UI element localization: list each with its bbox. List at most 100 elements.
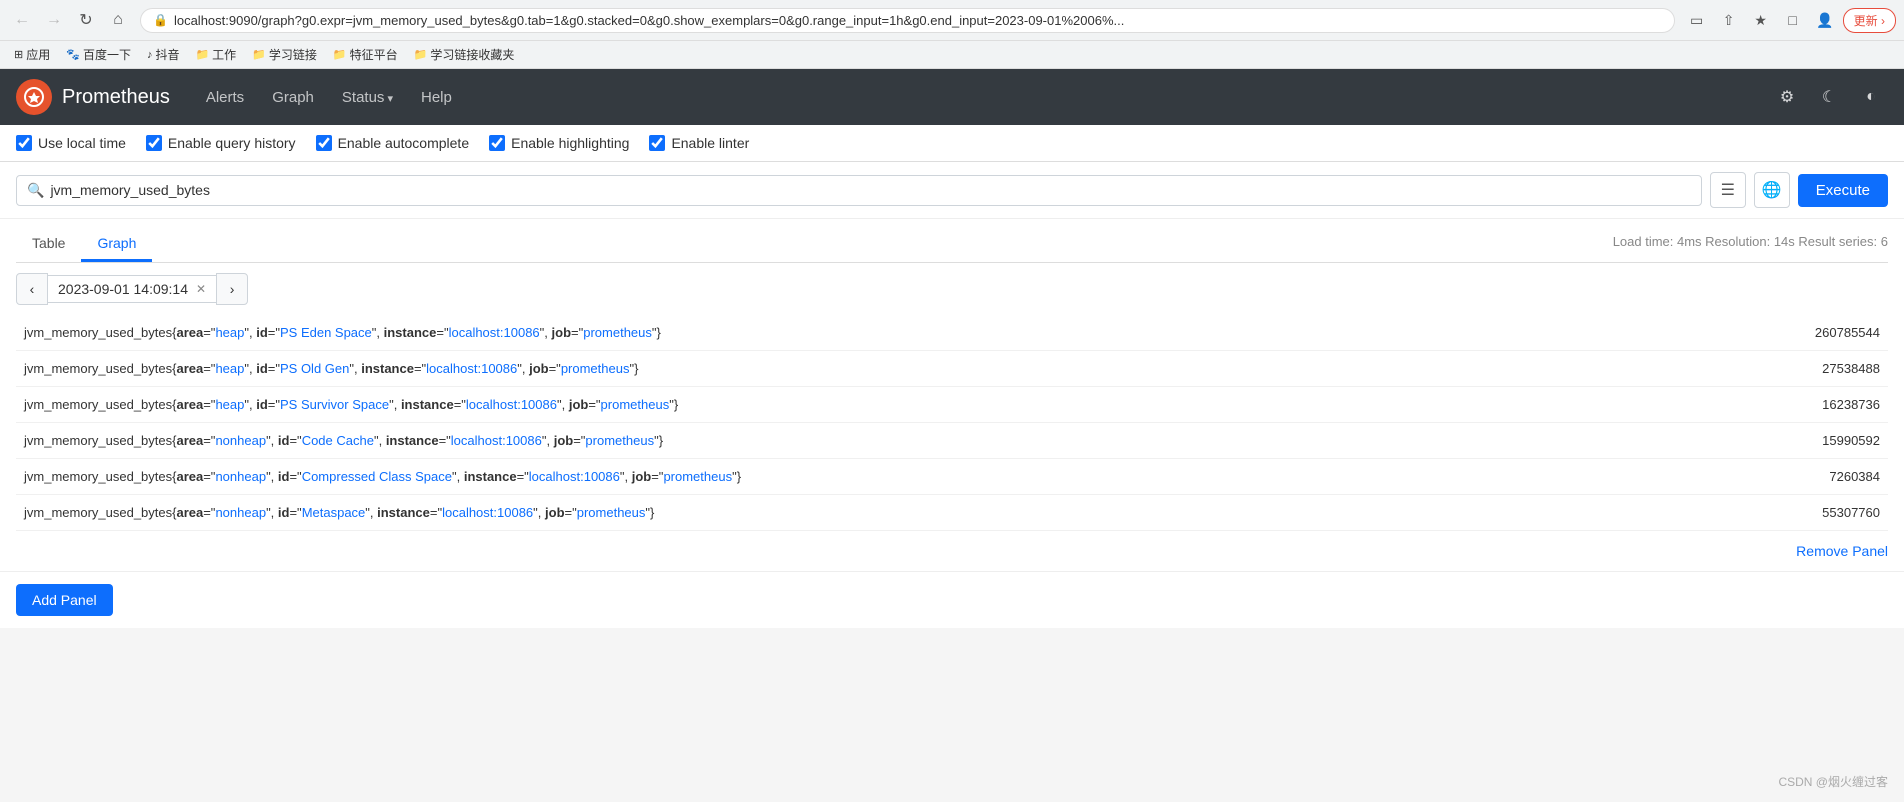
table-row: jvm_memory_used_bytes{area="nonheap", id… xyxy=(16,495,1888,531)
label-key: id xyxy=(256,361,268,376)
remove-panel-link[interactable]: Remove Panel xyxy=(1796,543,1888,559)
time-next-button[interactable]: › xyxy=(216,273,248,305)
metric-cell: jvm_memory_used_bytes{area="nonheap", id… xyxy=(16,423,1768,459)
nav-status[interactable]: Status xyxy=(330,81,405,114)
label-key: id xyxy=(256,397,268,412)
label-key: id xyxy=(256,325,268,340)
forward-button[interactable]: → xyxy=(40,6,68,34)
label-key: instance xyxy=(361,361,414,376)
bookmark-baidu[interactable]: 🐾 百度一下 xyxy=(60,44,137,65)
metric-cell: jvm_memory_used_bytes{area="heap", id="P… xyxy=(16,351,1768,387)
results-section: Table Graph Load time: 4ms Resolution: 1… xyxy=(0,219,1904,571)
metric-value: 16238736 xyxy=(1768,387,1888,423)
prometheus-navbar: Prometheus Alerts Graph Status Help ⚙ ☾ … xyxy=(0,69,1904,125)
label-val: PS Old Gen xyxy=(280,361,349,376)
bookmark-favorites-label: 学习链接收藏夹 xyxy=(430,46,514,63)
label-val: prometheus xyxy=(561,361,630,376)
label-val: localhost:10086 xyxy=(426,361,517,376)
use-local-time-checkbox[interactable] xyxy=(16,135,32,151)
settings-button[interactable]: ⚙ xyxy=(1770,80,1804,114)
folder1-icon: 📁 xyxy=(195,48,209,61)
label-val: prometheus xyxy=(577,505,646,520)
query-input-wrapper[interactable]: 🔍 xyxy=(16,175,1702,206)
home-button[interactable]: ⌂ xyxy=(104,6,132,34)
folder4-icon: 📁 xyxy=(414,48,428,61)
browser-chrome: ← → ↻ ⌂ 🔒 localhost:9090/graph?g0.expr=j… xyxy=(0,0,1904,41)
enable-linter-checkbox[interactable] xyxy=(649,135,665,151)
label-val: PS Eden Space xyxy=(280,325,372,340)
metric-cell: jvm_memory_used_bytes{area="heap", id="P… xyxy=(16,315,1768,351)
nav-links: Alerts Graph Status Help xyxy=(194,81,1746,114)
tab-graph[interactable]: Graph xyxy=(81,227,152,262)
label-key: job xyxy=(529,361,549,376)
enable-query-history-checkbox[interactable] xyxy=(146,135,162,151)
enable-autocomplete-checkbox[interactable] xyxy=(316,135,332,151)
share-button[interactable]: ⇧ xyxy=(1715,6,1743,34)
table-row: jvm_memory_used_bytes{area="nonheap", id… xyxy=(16,459,1888,495)
search-icon: 🔍 xyxy=(27,182,44,199)
sidebar-toggle[interactable]: □ xyxy=(1779,6,1807,34)
time-prev-button[interactable]: ‹ xyxy=(16,273,48,305)
bookmark-work-label: 工作 xyxy=(212,46,236,63)
enable-highlighting-toggle[interactable]: Enable highlighting xyxy=(489,135,629,151)
table-row: jvm_memory_used_bytes{area="heap", id="P… xyxy=(16,351,1888,387)
bookmark-apps-label: 应用 xyxy=(26,46,50,63)
label-val: localhost:10086 xyxy=(442,505,533,520)
label-key: job xyxy=(552,325,572,340)
globe-icon: 🌐 xyxy=(1762,180,1782,200)
tabs: Table Graph xyxy=(16,227,152,262)
apps-icon: ⊞ xyxy=(14,48,23,61)
nav-alerts[interactable]: Alerts xyxy=(194,81,256,114)
bookmark-apps[interactable]: ⊞ 应用 xyxy=(8,44,56,65)
metric-value: 15990592 xyxy=(1768,423,1888,459)
cast-button[interactable]: ▭ xyxy=(1683,6,1711,34)
tabs-meta: Load time: 4ms Resolution: 14s Result se… xyxy=(1613,234,1888,255)
label-key: id xyxy=(278,469,290,484)
navbar-actions: ⚙ ☾ ◐ xyxy=(1770,80,1888,114)
label-key: area xyxy=(176,397,203,412)
execute-button[interactable]: Execute xyxy=(1798,174,1888,207)
time-display: 2023-09-01 14:09:14 ✕ xyxy=(48,275,216,303)
nav-buttons: ← → ↻ ⌂ xyxy=(8,6,132,34)
bookmark-button[interactable]: ★ xyxy=(1747,6,1775,34)
bookmark-platform-label: 特征平台 xyxy=(350,46,398,63)
watermark: CSDN @烟火缠过客 xyxy=(1778,773,1888,790)
enable-query-history-toggle[interactable]: Enable query history xyxy=(146,135,296,151)
label-key: area xyxy=(176,469,203,484)
prometheus-logo-icon xyxy=(16,79,52,115)
metric-name: jvm_memory_used_bytes xyxy=(24,505,172,520)
label-val: heap xyxy=(215,325,244,340)
theme-moon-button[interactable]: ☾ xyxy=(1812,80,1846,114)
add-panel-button[interactable]: Add Panel xyxy=(16,584,113,616)
query-input[interactable] xyxy=(50,182,1690,198)
theme-dark-button[interactable]: ◐ xyxy=(1854,80,1888,114)
bookmark-work[interactable]: 📁 工作 xyxy=(189,44,242,65)
enable-linter-toggle[interactable]: Enable linter xyxy=(649,135,749,151)
format-button[interactable]: ☰ xyxy=(1710,172,1746,208)
back-button[interactable]: ← xyxy=(8,6,36,34)
metric-value: 7260384 xyxy=(1768,459,1888,495)
bookmark-platform[interactable]: 📁 特征平台 xyxy=(327,44,404,65)
enable-highlighting-checkbox[interactable] xyxy=(489,135,505,151)
bookmark-favorites[interactable]: 📁 学习链接收藏夹 xyxy=(408,44,521,65)
label-key: instance xyxy=(377,505,430,520)
tabs-bar: Table Graph Load time: 4ms Resolution: 1… xyxy=(16,219,1888,263)
bookmark-study-links[interactable]: 📁 学习链接 xyxy=(246,44,323,65)
tab-table[interactable]: Table xyxy=(16,227,81,262)
label-val: prometheus xyxy=(583,325,652,340)
globe-button[interactable]: 🌐 xyxy=(1754,172,1790,208)
reload-button[interactable]: ↻ xyxy=(72,6,100,34)
label-val: prometheus xyxy=(663,469,732,484)
use-local-time-toggle[interactable]: Use local time xyxy=(16,135,126,151)
metric-name: jvm_memory_used_bytes xyxy=(24,469,172,484)
table-row: jvm_memory_used_bytes{area="heap", id="P… xyxy=(16,387,1888,423)
bookmark-douyin[interactable]: ♪ 抖音 xyxy=(141,44,186,65)
enable-highlighting-label: Enable highlighting xyxy=(511,135,629,151)
profile-button[interactable]: 👤 xyxy=(1811,6,1839,34)
nav-help[interactable]: Help xyxy=(409,81,464,114)
time-clear-button[interactable]: ✕ xyxy=(196,282,206,296)
nav-graph[interactable]: Graph xyxy=(260,81,326,114)
address-bar[interactable]: 🔒 localhost:9090/graph?g0.expr=jvm_memor… xyxy=(140,8,1675,33)
update-button[interactable]: 更新 › xyxy=(1843,8,1896,33)
enable-autocomplete-toggle[interactable]: Enable autocomplete xyxy=(316,135,470,151)
